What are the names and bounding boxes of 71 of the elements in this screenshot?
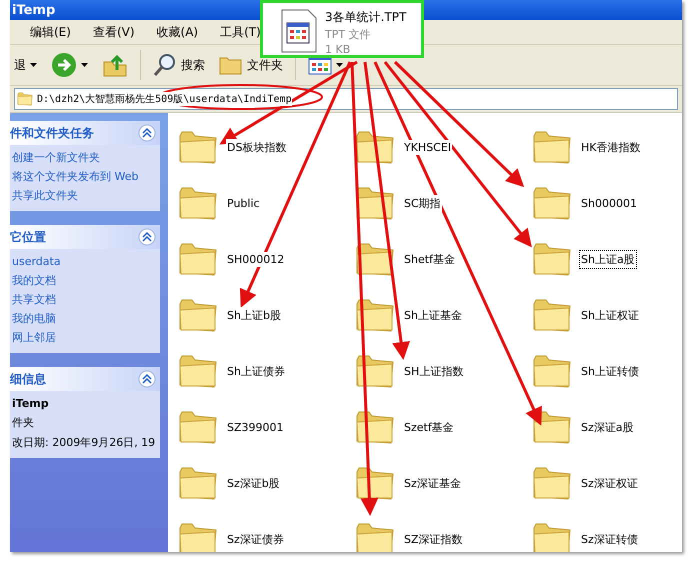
- folder-icon: [178, 522, 218, 552]
- folder-icon: [532, 298, 572, 332]
- task-link[interactable]: 将这个文件夹发布到 Web: [12, 170, 158, 184]
- folder-icon: [178, 354, 218, 388]
- folder-icon: [355, 242, 395, 276]
- folder-label[interactable]: Sh上证b股: [226, 306, 282, 324]
- panel-title: 细信息: [10, 370, 46, 388]
- folder-label[interactable]: DS板块指数: [226, 138, 288, 156]
- folder-icon: [532, 186, 572, 220]
- folder-icon: [532, 242, 572, 276]
- menu-item[interactable]: 编辑(E): [30, 24, 71, 40]
- folder-icon: [17, 92, 33, 106]
- task-link[interactable]: 我的电脑: [12, 312, 158, 326]
- menu-item[interactable]: 收藏(A): [156, 24, 198, 40]
- file-size: 1 KB: [325, 43, 352, 56]
- panel-title: 它位置: [10, 228, 46, 246]
- folder-icon: [178, 410, 218, 444]
- caret-icon: [336, 63, 343, 67]
- folder-icon: [355, 466, 395, 500]
- folder-icon: [532, 410, 572, 444]
- folder-icon: [178, 298, 218, 332]
- folder-label[interactable]: HK香港指数: [580, 138, 642, 156]
- folder-icon: [178, 130, 218, 164]
- folder-label[interactable]: SC期指: [403, 194, 442, 212]
- folder-icon: [178, 186, 218, 220]
- folder-icon: [355, 354, 395, 388]
- task-link[interactable]: 共享文档: [12, 293, 158, 307]
- folder-label[interactable]: Sh000001: [580, 196, 638, 210]
- detail-text: 件夹: [12, 415, 35, 430]
- task-link[interactable]: 共享此文件夹: [12, 189, 158, 203]
- task-link[interactable]: 我的文档: [12, 274, 158, 288]
- menu-item[interactable]: 查看(V): [92, 24, 135, 40]
- folder-icon: [532, 130, 572, 164]
- document-icon: [281, 9, 317, 53]
- collapse-icon[interactable]: [138, 228, 156, 246]
- folder-icon: [532, 466, 572, 500]
- folder-icon: [178, 466, 218, 500]
- menu-item[interactable]: 工具(T): [220, 24, 261, 40]
- search-icon: [153, 53, 177, 77]
- panel-title: 件和文件夹任务: [10, 124, 94, 142]
- task-link[interactable]: userdata: [12, 255, 158, 269]
- detail-text: 改日期: 2009年9月26日, 19: [12, 435, 156, 450]
- folder-icon: [355, 410, 395, 444]
- task-link[interactable]: 创建一个新文件夹: [12, 151, 158, 165]
- folder-icon: [355, 298, 395, 332]
- file-type: TPT 文件: [325, 27, 372, 42]
- folder-label[interactable]: YKHSCEI: [403, 140, 452, 154]
- file-name: 3各单统计.TPT: [325, 9, 406, 26]
- folder-label[interactable]: Sh上证a股: [580, 250, 636, 268]
- forward-button[interactable]: [49, 50, 90, 80]
- folder-icon: [532, 522, 572, 552]
- folders-button[interactable]: 文件夹: [217, 52, 285, 78]
- folder-up-icon: [102, 52, 128, 78]
- collapse-icon[interactable]: [138, 370, 156, 388]
- folder-label[interactable]: SH000012: [226, 252, 286, 266]
- address-field[interactable]: D:\dzh2\大智慧雨杨先生509版\userdata\IndiTemp: [14, 88, 678, 110]
- caret-icon: [30, 63, 37, 67]
- back-button[interactable]: 退: [12, 54, 39, 76]
- folder-icon: [178, 242, 218, 276]
- folder-label[interactable]: Public: [226, 196, 261, 210]
- task-link[interactable]: 网上邻居: [12, 331, 158, 345]
- caret-icon: [81, 63, 88, 67]
- window-title: iTemp: [12, 2, 56, 18]
- folder-name: iTemp: [12, 397, 50, 410]
- folder-icon: [355, 522, 395, 552]
- collapse-icon[interactable]: [138, 124, 156, 142]
- forward-icon: [51, 52, 77, 78]
- folder-label[interactable]: SZ399001: [226, 420, 285, 434]
- folder-icon: [532, 354, 572, 388]
- search-button[interactable]: 搜索: [151, 51, 207, 79]
- folder-icon: [355, 130, 395, 164]
